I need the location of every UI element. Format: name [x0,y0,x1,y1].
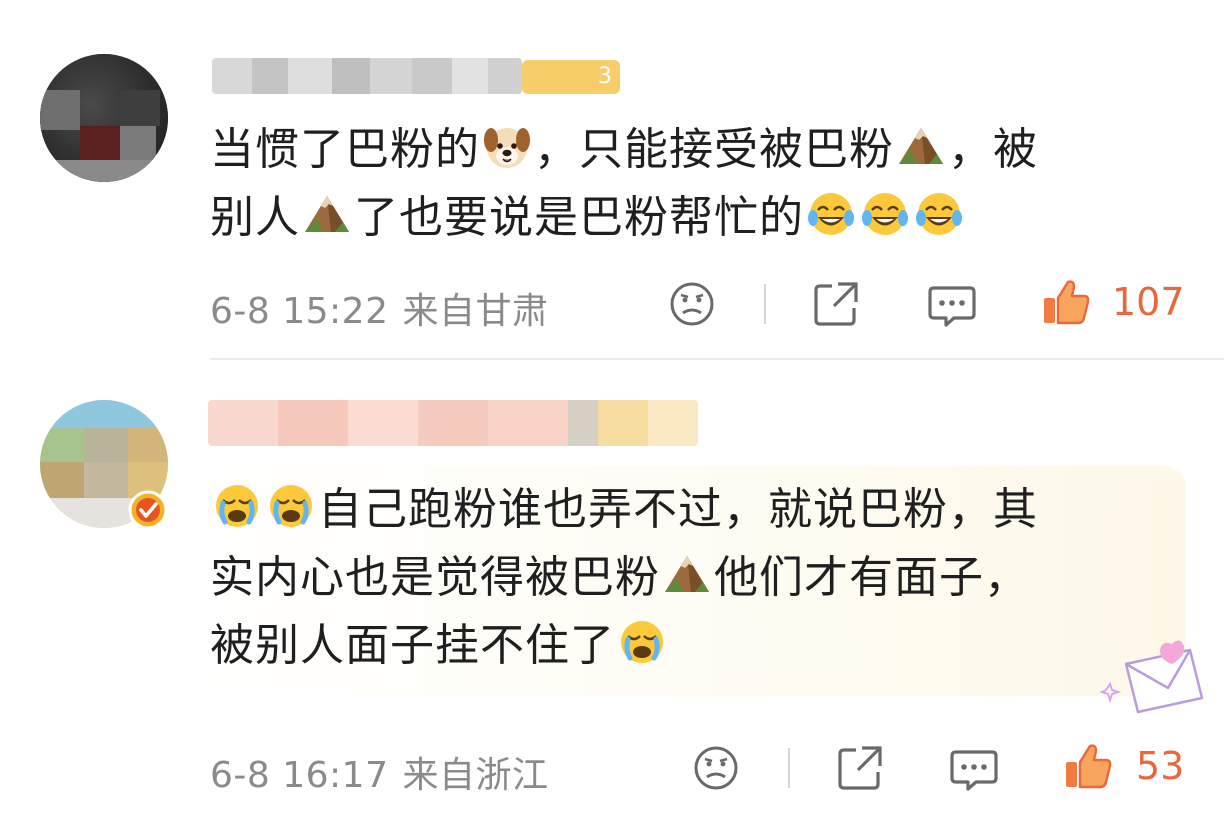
comment-timestamp: 6-8 16:17 [210,755,389,796]
comment-line: 被别人面子挂不住了 [210,612,1038,680]
mountain-emoji [899,128,943,164]
comment-text: 别人 [210,192,300,243]
fan-level-badge: 3 [522,60,620,94]
username-blurred[interactable] [208,400,698,446]
dog-face-emoji [484,128,530,168]
fan-level-number: 3 [598,64,612,89]
laughing-tears-emoji [862,193,908,235]
crying-emoji [270,485,312,527]
comment-text: 自己跑粉谁也弄不过，就说巴粉，其 [318,484,1038,535]
comment-location: 来自甘肃 [402,291,549,332]
comment-text: ，被 [948,124,1038,175]
mountain-emoji [305,196,349,232]
comment-text: ，只能接受被巴粉 [534,124,894,175]
comment-line: 当惯了巴粉的 ，只能接受被巴粉 ，被 [210,116,1038,184]
comment-text: 他们才有面子， [714,552,1029,603]
username-blurred[interactable] [212,58,522,94]
comment-text: 当惯了巴粉的 [210,124,480,175]
dislike-icon[interactable] [690,742,742,794]
action-separator [764,284,766,324]
comment-line: 实内心也是觉得被巴粉 他们才有面子， [210,544,1038,612]
comment-item: 3 当惯了巴粉的 ，只能接受被巴粉 ，被 别人 了也要说是巴粉帮忙的 6-8 15:2… [0,0,1224,358]
user-avatar[interactable] [40,54,168,182]
share-icon[interactable] [810,278,862,330]
comment-item: 自己跑粉谁也弄不过，就说巴粉，其 实内心也是觉得被巴粉 他们才有面子， 被别人面子… [0,360,1224,819]
like-count: 107 [1112,280,1185,324]
crying-emoji [216,485,258,527]
comment-meta: 6-8 16:17 来自浙江 [210,746,549,798]
share-icon[interactable] [834,742,886,794]
like-count: 53 [1136,744,1185,788]
mountain-emoji [665,556,709,592]
like-thumbs-up-icon[interactable] [1040,276,1092,328]
comment-body: 当惯了巴粉的 ，只能接受被巴粉 ，被 别人 了也要说是巴粉帮忙的 [210,116,1038,252]
crying-emoji [621,621,663,663]
comment-location: 来自浙江 [402,755,549,796]
love-letter-sticker-icon [1099,640,1204,714]
verified-badge-icon [128,490,168,530]
comment-text: 被别人面子挂不住了 [210,620,615,671]
dislike-icon[interactable] [666,278,718,330]
reply-comment-icon[interactable] [948,742,1000,794]
comment-line: 别人 了也要说是巴粉帮忙的 [210,184,1038,252]
comment-body: 自己跑粉谁也弄不过，就说巴粉，其 实内心也是觉得被巴粉 他们才有面子， 被别人面子… [210,476,1038,680]
comment-line: 自己跑粉谁也弄不过，就说巴粉，其 [210,476,1038,544]
laughing-tears-emoji [916,193,962,235]
comment-text: 实内心也是觉得被巴粉 [210,552,660,603]
action-separator [788,748,790,788]
comment-timestamp: 6-8 15:22 [210,291,389,332]
reply-comment-icon[interactable] [926,278,978,330]
laughing-tears-emoji [808,193,854,235]
like-thumbs-up-icon[interactable] [1062,740,1114,792]
comment-meta: 6-8 15:22 来自甘肃 [210,282,549,334]
comment-text: 了也要说是巴粉帮忙的 [354,192,804,243]
